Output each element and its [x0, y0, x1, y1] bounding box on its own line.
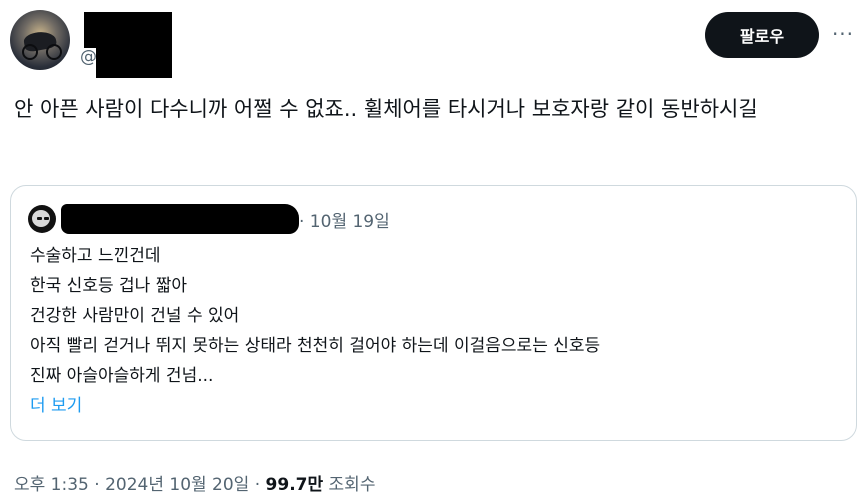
author-avatar[interactable]	[10, 10, 70, 70]
quoted-line: 한국 신호등 겁나 짧아	[30, 276, 187, 296]
follow-button[interactable]: 팔로우	[705, 12, 819, 58]
tweet-meta: 오후 1:35 · 2024년 10월 20일 · 99.7만 조회수	[14, 470, 375, 495]
views-count: 99.7만	[265, 475, 324, 495]
quoted-line: 건강한 사람만이 건널 수 있어	[30, 306, 240, 326]
tweet-text: 안 아픈 사람이 다수니까 어쩔 수 없죠.. 휠체어를 타시거나 보호자랑 같…	[14, 97, 758, 121]
timestamp[interactable]: 오후 1:35 · 2024년 10월 20일 ·	[14, 475, 266, 495]
redacted-quoted-author	[61, 204, 299, 234]
quoted-tweet[interactable]: · 10월 19일 수술하고 느낀건데 한국 신호등 겁나 짧아 건강한 사람만…	[10, 185, 857, 441]
eye-graphic	[37, 217, 42, 220]
wheel-graphic	[22, 44, 38, 60]
quoted-author-avatar[interactable]	[28, 205, 56, 233]
quoted-date[interactable]: · 10월 19일	[299, 207, 390, 232]
quoted-body: 수술하고 느낀건데 한국 신호등 겁나 짧아 건강한 사람만이 건널 수 있어 …	[30, 241, 840, 421]
redacted-display-name	[84, 12, 172, 48]
show-more-link[interactable]: 더 보기	[30, 391, 840, 421]
eye-graphic	[44, 217, 49, 220]
wheel-graphic	[46, 44, 62, 60]
quoted-line: 수술하고 느낀건데	[30, 246, 161, 266]
redacted-handle	[96, 44, 172, 78]
more-options-icon[interactable]: ···	[828, 22, 858, 46]
views-label: 조회수	[323, 475, 376, 495]
author-handle-prefix: @	[80, 47, 97, 67]
quoted-line: 아직 빨리 걷거나 뛰지 못하는 상태라 천천히 걸어야 하는데 이걸음으로는 …	[30, 336, 601, 356]
quoted-line: 진짜 아슬아슬하게 건넘...	[30, 366, 214, 386]
